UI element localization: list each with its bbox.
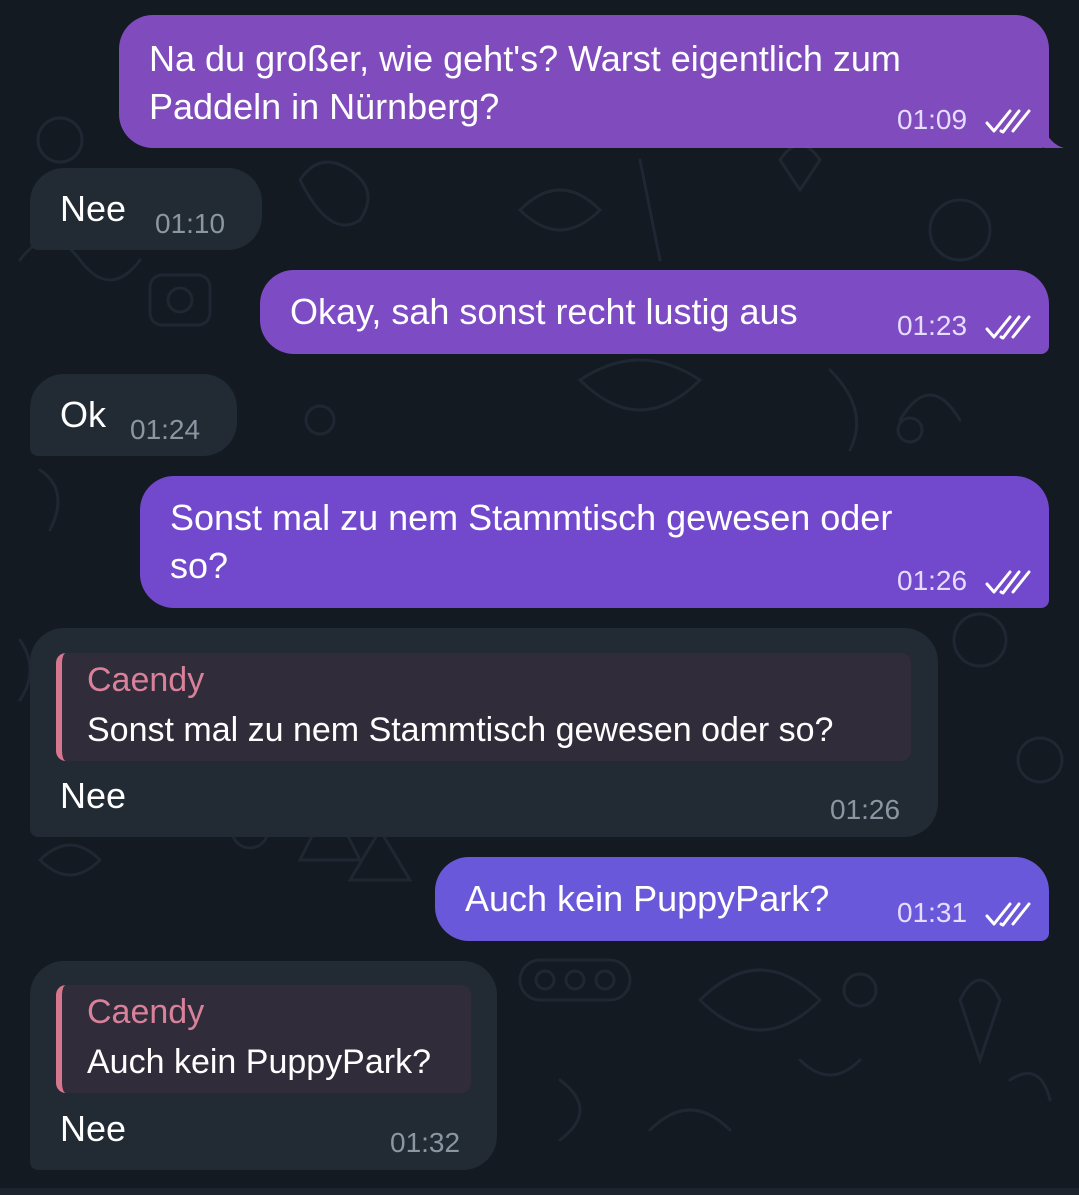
message-bubble-outgoing[interactable]: Na du großer, wie geht's? Warst eigentli… <box>119 15 1064 148</box>
read-ticks-icon <box>985 570 1031 595</box>
message-bubble-incoming[interactable]: Nee 01:10 <box>30 168 262 250</box>
message-text: Nee <box>60 188 127 229</box>
reply-quote[interactable]: Caendy Auch kein PuppyPark? <box>56 985 471 1093</box>
message-time: 01:24 <box>130 414 201 445</box>
message-text: Ok <box>60 394 107 435</box>
bubble-tail <box>1044 128 1064 148</box>
read-ticks-icon <box>985 902 1031 927</box>
message-bubble-outgoing[interactable]: Sonst mal zu nem Stammtisch gewesen oder… <box>140 476 1049 608</box>
message-bubble-outgoing[interactable]: Auch kein PuppyPark? 01:31 <box>435 857 1049 941</box>
message-time: 01:31 <box>897 897 968 928</box>
message-text-line: Na du großer, wie geht's? Warst eigentli… <box>149 38 901 79</box>
message-bubble-incoming[interactable]: Caendy Sonst mal zu nem Stammtisch gewes… <box>30 628 938 837</box>
reply-sender-name: Caendy <box>87 993 205 1031</box>
read-ticks-icon <box>985 109 1031 134</box>
message-time: 01:32 <box>390 1127 461 1158</box>
message-text: Nee <box>60 1108 127 1149</box>
message-text: Auch kein PuppyPark? <box>465 878 830 919</box>
reply-sender-name: Caendy <box>87 661 205 699</box>
reply-quote[interactable]: Caendy Sonst mal zu nem Stammtisch gewes… <box>56 653 911 761</box>
read-ticks-icon <box>985 315 1031 340</box>
message-time: 01:09 <box>897 104 968 135</box>
message-bubble-incoming[interactable]: Caendy Auch kein PuppyPark? Nee 01:32 <box>30 961 497 1170</box>
message-bubble-outgoing[interactable]: Okay, sah sonst recht lustig aus 01:23 <box>260 270 1049 354</box>
message-text: Nee <box>60 775 127 816</box>
message-time: 01:23 <box>897 310 968 341</box>
message-time: 01:26 <box>830 794 901 825</box>
message-text: Okay, sah sonst recht lustig aus <box>290 291 798 332</box>
message-text-line: Sonst mal zu nem Stammtisch gewesen oder <box>170 497 893 538</box>
message-time: 01:10 <box>155 208 226 239</box>
message-text-line: so? <box>170 545 229 586</box>
reply-quoted-text: Auch kein PuppyPark? <box>87 1043 431 1081</box>
message-text-line: Paddeln in Nürnberg? <box>149 86 500 127</box>
message-time: 01:26 <box>897 565 968 596</box>
reply-quoted-text: Sonst mal zu nem Stammtisch gewesen oder… <box>87 711 834 749</box>
message-bubble-incoming[interactable]: Ok 01:24 <box>30 374 237 456</box>
bottom-edge <box>0 1188 1079 1195</box>
